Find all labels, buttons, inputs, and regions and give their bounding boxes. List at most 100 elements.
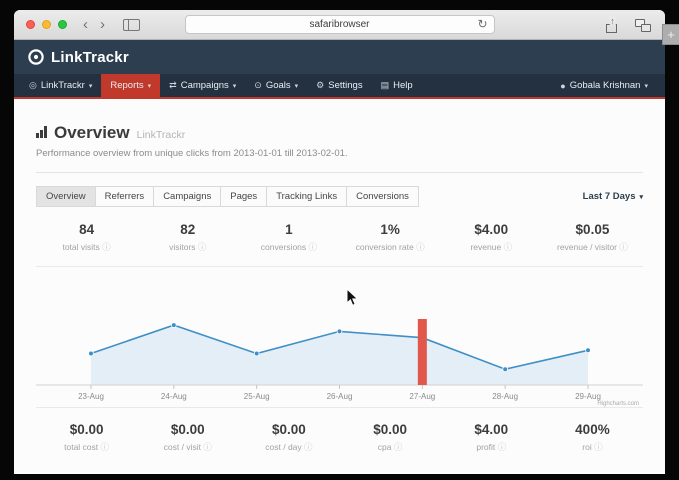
info-icon[interactable]: ⓘ <box>203 442 212 452</box>
tab-referrers[interactable]: Referrers <box>95 186 155 207</box>
new-tab-button[interactable]: + <box>662 24 679 45</box>
caret-down-icon: ▾ <box>295 82 299 90</box>
stat-value: 1 <box>238 222 339 237</box>
tab-tracking-links[interactable]: Tracking Links <box>266 186 347 207</box>
info-icon[interactable]: ⓘ <box>416 242 425 252</box>
stat-label-text: revenue <box>470 242 501 252</box>
address-bar[interactable]: safaribrowser ↻ <box>185 15 495 34</box>
info-icon[interactable]: ⓘ <box>198 242 207 252</box>
sidebar-toggle-icon[interactable] <box>123 19 140 31</box>
share-icon[interactable]: ↑ <box>606 17 619 34</box>
date-range-label: Last 7 Days <box>583 191 636 202</box>
svg-text:25-Aug: 25-Aug <box>244 392 270 401</box>
browser-chrome: ‹ › safaribrowser ↻ ↑ <box>14 10 665 40</box>
linktrackr-logo-icon <box>27 48 45 66</box>
wrench-icon: ⚙ <box>316 80 324 91</box>
user-menu[interactable]: ● Gobala Krishnan ▾ <box>551 74 657 97</box>
tab-pages[interactable]: Pages <box>220 186 267 207</box>
stat-label: profit ⓘ <box>441 441 542 453</box>
info-icon[interactable]: ⓘ <box>394 442 403 452</box>
info-icon[interactable]: ⓘ <box>101 442 110 452</box>
info-icon[interactable]: ⓘ <box>304 442 313 452</box>
svg-text:23-Aug: 23-Aug <box>78 392 104 401</box>
stat-value: $0.00 <box>36 422 137 437</box>
bar-chart-icon <box>36 126 47 138</box>
stat-label-text: revenue / visitor <box>557 242 617 252</box>
linktrackr-icon: ◎ <box>29 80 37 91</box>
divider <box>36 172 643 173</box>
stat-cost-per-visit: $0.00 cost / visit ⓘ <box>137 422 238 453</box>
stat-label-text: conversion rate <box>356 242 414 252</box>
address-text: safaribrowser <box>309 19 369 30</box>
caret-down-icon: ▾ <box>644 82 648 90</box>
stat-total-visits: 84 total visits ⓘ <box>36 222 137 253</box>
nav-item-label: LinkTrackr <box>41 80 85 91</box>
tab-campaigns[interactable]: Campaigns <box>153 186 221 207</box>
info-icon[interactable]: ⓘ <box>504 242 513 252</box>
stat-value: 84 <box>36 222 137 237</box>
back-button[interactable]: ‹ <box>83 17 88 32</box>
stat-cpa: $0.00 cpa ⓘ <box>340 422 441 453</box>
nav-item-goals[interactable]: ⊙ Goals ▾ <box>245 74 307 97</box>
chrome-right-controls: ↑ <box>606 10 651 40</box>
stat-profit: $4.00 profit ⓘ <box>441 422 542 453</box>
stat-roi: 400% roi ⓘ <box>542 422 643 453</box>
stat-label-text: cost / visit <box>164 442 201 452</box>
stat-label: total visits ⓘ <box>36 241 137 253</box>
target-icon: ⊙ <box>254 80 262 91</box>
zoom-window-button[interactable] <box>58 20 67 29</box>
info-icon[interactable]: ⓘ <box>498 442 507 452</box>
book-icon: ▤ <box>381 80 390 91</box>
minimize-window-button[interactable] <box>42 20 51 29</box>
caret-down-icon: ▾ <box>148 82 152 90</box>
info-icon[interactable]: ⓘ <box>619 242 628 252</box>
app-header: LinkTrackr <box>14 40 665 74</box>
stat-visitors: 82 visitors ⓘ <box>137 222 238 253</box>
info-icon[interactable]: ⓘ <box>102 242 111 252</box>
page-subtitle: Performance overview from unique clicks … <box>36 148 643 159</box>
tab-overview[interactable]: Overview <box>36 186 96 207</box>
show-tabs-icon[interactable] <box>635 19 651 32</box>
close-window-button[interactable] <box>26 20 35 29</box>
stat-label-text: visitors <box>169 242 195 252</box>
stat-label: revenue ⓘ <box>441 241 542 253</box>
stat-label-text: conversions <box>261 242 306 252</box>
refresh-icon[interactable]: ↻ <box>477 17 487 31</box>
visits-chart[interactable]: 23-Aug24-Aug25-Aug26-Aug27-Aug28-Aug29-A… <box>36 267 643 407</box>
stat-value: 82 <box>137 222 238 237</box>
svg-text:29-Aug: 29-Aug <box>575 392 601 401</box>
stat-conversion-rate: 1% conversion rate ⓘ <box>340 222 441 253</box>
stats-row-bottom: $0.00 total cost ⓘ $0.00 cost / visit ⓘ … <box>36 407 643 453</box>
stat-value: $0.05 <box>542 222 643 237</box>
forward-button[interactable]: › <box>100 17 105 32</box>
stat-label-text: cpa <box>378 442 392 452</box>
nav-item-label: Campaigns <box>181 80 229 91</box>
chart-section: 23-Aug24-Aug25-Aug26-Aug27-Aug28-Aug29-A… <box>36 266 643 407</box>
stat-value: $4.00 <box>441 222 542 237</box>
stat-value: $0.00 <box>238 422 339 437</box>
caret-down-icon: ▾ <box>639 193 643 201</box>
svg-text:24-Aug: 24-Aug <box>161 392 187 401</box>
nav-item-help[interactable]: ▤ Help <box>372 74 422 97</box>
stat-total-cost: $0.00 total cost ⓘ <box>36 422 137 453</box>
stat-conversions: 1 conversions ⓘ <box>238 222 339 253</box>
info-icon[interactable]: ⓘ <box>309 242 318 252</box>
info-icon[interactable]: ⓘ <box>594 442 603 452</box>
nav-item-campaigns[interactable]: ⇄ Campaigns ▾ <box>160 74 245 97</box>
svg-text:Highcharts.com: Highcharts.com <box>597 401 639 407</box>
nav-item-linktrackr[interactable]: ◎ LinkTrackr ▾ <box>20 74 101 97</box>
nav-item-reports[interactable]: Reports ▾ <box>101 74 160 97</box>
logo-text: LinkTrackr <box>51 49 129 66</box>
nav-item-label: Goals <box>266 80 291 91</box>
page-content: Overview LinkTrackr Performance overview… <box>14 99 665 472</box>
stat-label-text: roi <box>582 442 591 452</box>
stat-label: cost / visit ⓘ <box>137 441 238 453</box>
nav-item-settings[interactable]: ⚙ Settings <box>307 74 371 97</box>
nav-item-label: Settings <box>328 80 362 91</box>
stat-label: total cost ⓘ <box>36 441 137 453</box>
stat-label: conversions ⓘ <box>238 241 339 253</box>
date-range-select[interactable]: Last 7 Days ▾ <box>583 191 643 202</box>
main-nav: ◎ LinkTrackr ▾ Reports ▾ ⇄ Campaigns ▾ ⊙… <box>14 74 665 99</box>
page-title-suffix: LinkTrackr <box>137 129 186 141</box>
tab-conversions[interactable]: Conversions <box>346 186 419 207</box>
